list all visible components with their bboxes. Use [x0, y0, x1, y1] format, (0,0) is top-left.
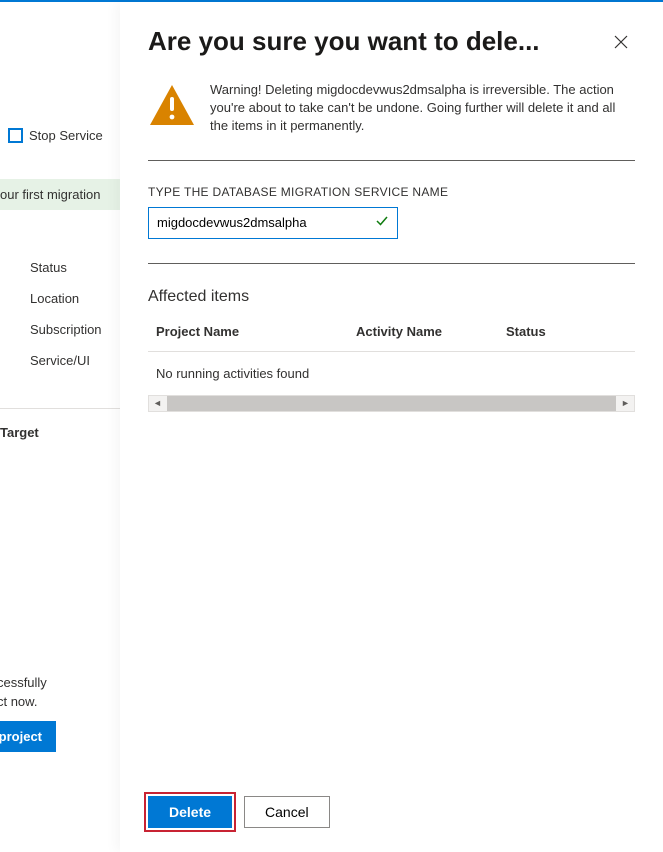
horizontal-scrollbar[interactable]: ◄ ► [148, 395, 635, 412]
stop-service-label: Stop Service [29, 128, 103, 143]
confirm-delete-panel: Are you sure you want to dele... Warning… [120, 2, 663, 852]
table-row-empty: No running activities found [148, 352, 635, 395]
close-icon [614, 35, 628, 49]
stop-icon [8, 128, 23, 143]
cancel-button[interactable]: Cancel [244, 796, 330, 828]
checkmark-icon [375, 214, 389, 231]
background-page: Stop Service our first migration Status … [0, 2, 120, 852]
side-label-serviceui: Service/UI [30, 353, 120, 368]
warning-block: Warning! Deleting migdocdevwus2dmsalpha … [148, 81, 635, 136]
affected-table-header: Project Name Activity Name Status [148, 324, 635, 352]
migration-project-button[interactable]: ation project [0, 721, 56, 752]
divider [148, 160, 635, 161]
side-label-status: Status [30, 260, 120, 275]
column-project-name: Project Name [156, 324, 356, 339]
stop-service-button[interactable]: Stop Service [0, 122, 120, 149]
service-name-input-wrapper[interactable] [148, 207, 398, 239]
warning-text: Warning! Deleting migdocdevwus2dmsalpha … [210, 81, 635, 136]
scroll-thumb[interactable] [167, 396, 616, 411]
delete-button[interactable]: Delete [148, 796, 232, 828]
notification-strip: our first migration [0, 179, 120, 210]
warning-triangle-icon [148, 83, 196, 127]
service-name-field-label: TYPE THE DATABASE MIGRATION SERVICE NAME [148, 185, 635, 199]
side-label-location: Location [30, 291, 120, 306]
divider [148, 263, 635, 264]
affected-items-heading: Affected items [148, 288, 635, 306]
service-name-input[interactable] [157, 215, 375, 230]
scroll-right-arrow-icon[interactable]: ► [617, 396, 634, 411]
side-label-subscription: Subscription [30, 322, 120, 337]
scroll-left-arrow-icon[interactable]: ◄ [149, 396, 166, 411]
panel-title: Are you sure you want to dele... [148, 26, 591, 57]
close-button[interactable] [607, 28, 635, 56]
column-status: Status [506, 324, 627, 339]
column-activity-name: Activity Name [356, 324, 506, 339]
target-header: Target [0, 425, 120, 440]
